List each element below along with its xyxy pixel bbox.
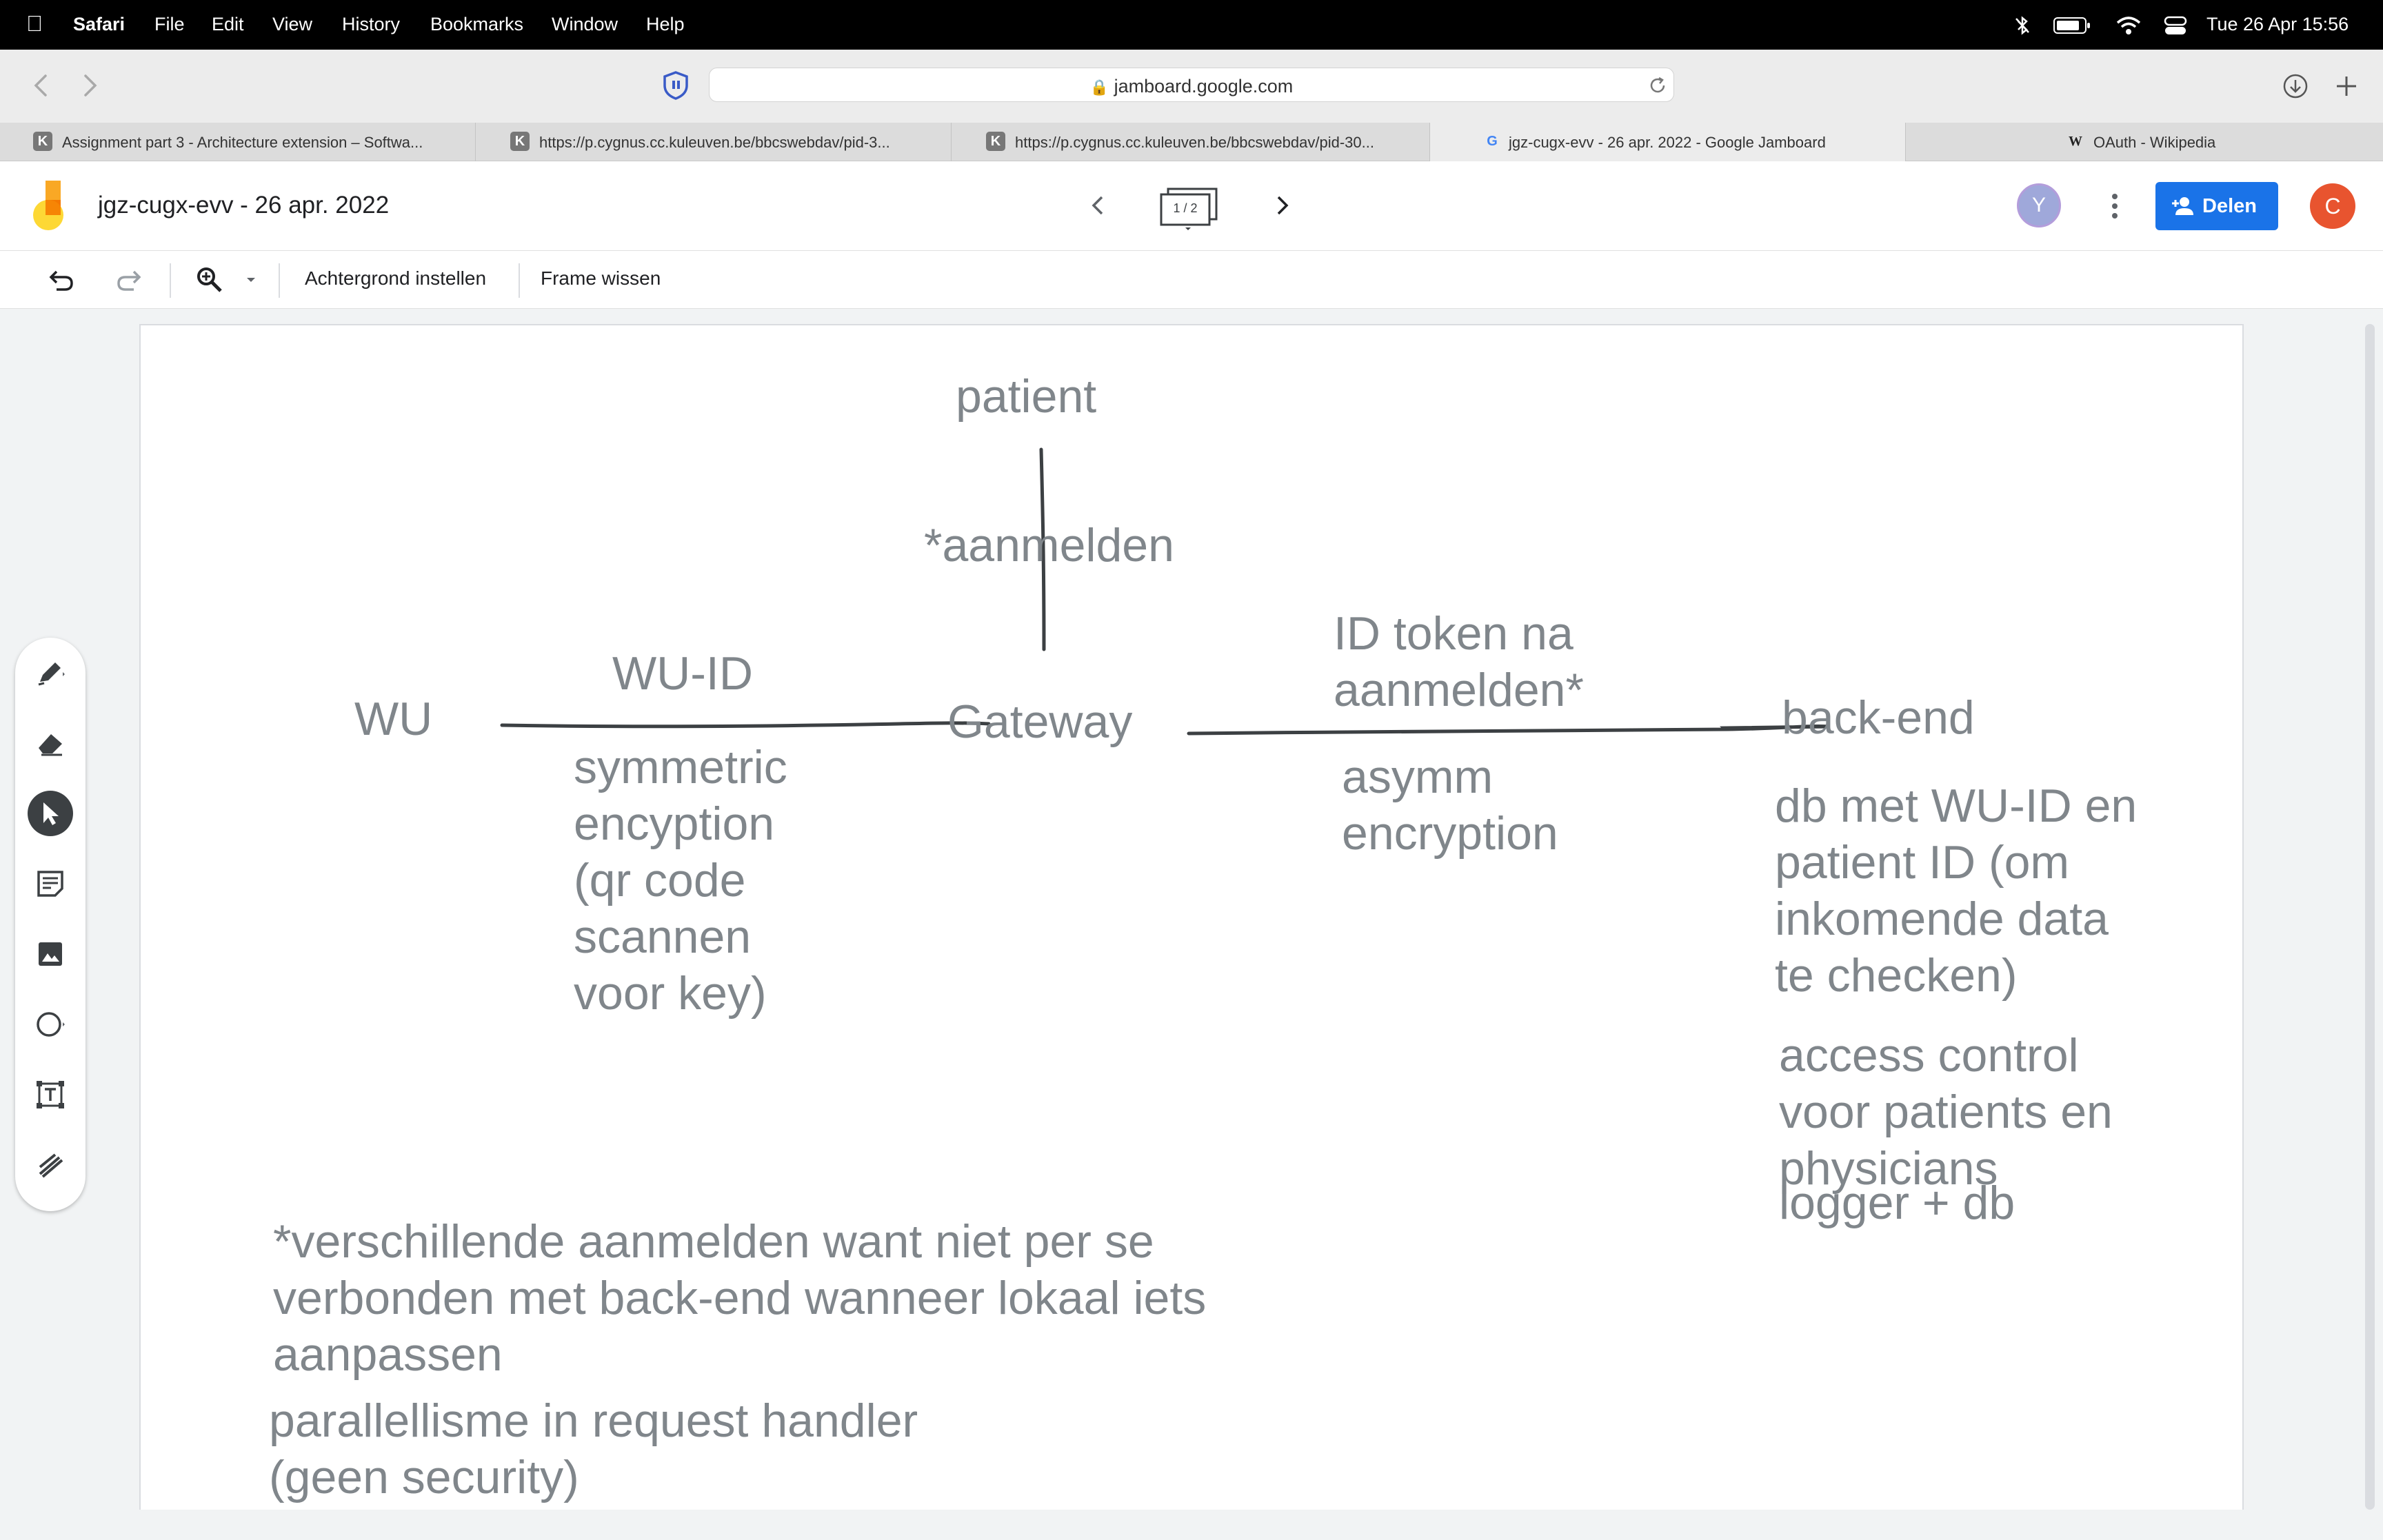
tab-bar: K Assignment part 3 - Architecture exten… bbox=[0, 123, 2383, 161]
text-box-tool[interactable] bbox=[28, 1072, 73, 1117]
menu-app-safari[interactable]: Safari bbox=[73, 14, 125, 35]
select-tool[interactable] bbox=[28, 791, 73, 836]
forward-icon[interactable] bbox=[80, 72, 101, 99]
menu-edit[interactable]: Edit bbox=[212, 14, 244, 35]
apple-icon[interactable]:  bbox=[26, 11, 43, 37]
tab-label: https://p.cygnus.cc.kuleuven.be/bbcswebd… bbox=[539, 134, 890, 151]
tab-label: jgz-cugx-evv - 26 apr. 2022 - Google Jam… bbox=[1509, 134, 1826, 151]
shape-tool[interactable] bbox=[28, 1002, 73, 1047]
note-symmetric[interactable]: symmetric encyption (qr code scannen voo… bbox=[574, 739, 787, 1022]
tab-label: https://p.cygnus.cc.kuleuven.be/bbcswebd… bbox=[1015, 134, 1374, 151]
tab-jamboard[interactable]: G jgz-cugx-evv - 26 apr. 2022 - Google J… bbox=[1430, 123, 1906, 161]
jamboard-toolbar: Achtergrond instellen Frame wissen bbox=[0, 251, 2383, 309]
avatar[interactable]: Y bbox=[2017, 183, 2061, 227]
kuleuven-favicon-icon: K bbox=[986, 132, 1005, 151]
toolbar-divider bbox=[519, 263, 520, 298]
add-person-icon bbox=[2172, 197, 2193, 215]
kuleuven-favicon-icon: K bbox=[33, 132, 52, 151]
clear-frame-button[interactable]: Frame wissen bbox=[541, 267, 661, 290]
kuleuven-favicon-icon: K bbox=[510, 132, 530, 151]
url-text: jamboard.google.com bbox=[1114, 76, 1294, 97]
jamboard-logo-icon bbox=[33, 181, 63, 230]
note-footnote[interactable]: *verschillende aanmelden want niet per s… bbox=[273, 1213, 1206, 1383]
menu-window[interactable]: Window bbox=[552, 14, 618, 35]
sticky-note-icon bbox=[37, 871, 63, 897]
note-aanmelden[interactable]: *aanmelden bbox=[924, 517, 1174, 574]
board-title[interactable]: jgz-cugx-evv - 26 apr. 2022 bbox=[98, 192, 389, 219]
wikipedia-favicon-icon: W bbox=[2069, 134, 2082, 149]
eraser-tool[interactable] bbox=[28, 720, 73, 766]
note-db[interactable]: db met WU-ID en patient ID (om inkomende… bbox=[1775, 778, 2137, 1004]
tab-assignment[interactable]: K Assignment part 3 - Architecture exten… bbox=[0, 123, 476, 161]
next-frame-icon[interactable] bbox=[1273, 193, 1292, 218]
menu-bookmarks[interactable]: Bookmarks bbox=[430, 14, 523, 35]
downloads-icon[interactable] bbox=[2282, 73, 2309, 99]
wu-gateway-line bbox=[500, 721, 991, 729]
clock[interactable]: Tue 26 Apr 15:56 bbox=[2206, 14, 2349, 35]
lock-icon: 🔒 bbox=[1089, 79, 1109, 96]
note-wu[interactable]: WU bbox=[354, 691, 432, 747]
google-favicon-icon: G bbox=[1487, 134, 1498, 149]
new-tab-icon[interactable] bbox=[2333, 73, 2360, 99]
previous-frame-icon[interactable] bbox=[1088, 193, 1107, 218]
tab-label: Assignment part 3 - Architecture extensi… bbox=[62, 134, 423, 151]
note-wu-id[interactable]: WU-ID bbox=[612, 645, 753, 702]
back-icon[interactable] bbox=[30, 72, 51, 99]
set-background-button[interactable]: Achtergrond instellen bbox=[305, 267, 486, 290]
tab-cygnus-1[interactable]: K https://p.cygnus.cc.kuleuven.be/bbcswe… bbox=[476, 123, 952, 161]
toolbar-divider bbox=[170, 263, 171, 298]
zoom-dropdown-icon[interactable] bbox=[245, 276, 257, 284]
note-id-token[interactable]: ID token na aanmelden* bbox=[1334, 605, 1584, 718]
toolbar-divider bbox=[279, 263, 280, 298]
battery-icon[interactable] bbox=[2053, 17, 2091, 34]
redo-icon[interactable] bbox=[114, 266, 142, 294]
jamboard-canvas[interactable]: patient *aanmelden WU-ID WU Gateway ID t… bbox=[139, 324, 2244, 1510]
tab-oauth-wikipedia[interactable]: W OAuth - Wikipedia bbox=[1906, 123, 2383, 161]
menu-help[interactable]: Help bbox=[646, 14, 685, 35]
menu-bar:  Safari File Edit View History Bookmark… bbox=[0, 0, 2383, 50]
tab-cygnus-2[interactable]: K https://p.cygnus.cc.kuleuven.be/bbcswe… bbox=[952, 123, 1430, 161]
share-label: Delen bbox=[2202, 195, 2257, 217]
note-gateway[interactable]: Gateway bbox=[947, 693, 1132, 750]
laser-icon bbox=[39, 1153, 63, 1178]
control-center-icon[interactable] bbox=[2164, 15, 2187, 36]
reload-icon[interactable] bbox=[1647, 75, 1668, 96]
menu-view[interactable]: View bbox=[272, 14, 312, 35]
frame-indicator[interactable]: 1 / 2 bbox=[1158, 188, 1220, 230]
tool-palette bbox=[15, 638, 86, 1211]
note-access-control[interactable]: access control voor patients en physicia… bbox=[1779, 1027, 2113, 1197]
gateway-backend-line bbox=[1187, 725, 1829, 736]
laser-tool[interactable] bbox=[28, 1142, 73, 1188]
circle-icon bbox=[37, 1012, 65, 1037]
menu-file[interactable]: File bbox=[154, 14, 185, 35]
wifi-icon[interactable] bbox=[2115, 15, 2142, 36]
browser-toolbar: 🔒 jamboard.google.com bbox=[0, 50, 2383, 123]
note-parallellisme[interactable]: parallellisme in request handler (geen s… bbox=[269, 1392, 918, 1506]
menu-history[interactable]: History bbox=[342, 14, 400, 35]
text-box-icon bbox=[37, 1081, 64, 1108]
eraser-icon bbox=[39, 734, 62, 756]
note-patient[interactable]: patient bbox=[956, 368, 1096, 425]
image-icon bbox=[39, 942, 62, 966]
account-avatar[interactable]: C bbox=[2310, 183, 2355, 229]
note-backend[interactable]: back-end bbox=[1782, 689, 1975, 746]
vertical-scrollbar[interactable] bbox=[2365, 324, 2375, 1510]
share-button[interactable]: Delen bbox=[2155, 182, 2278, 230]
zoom-icon[interactable] bbox=[194, 265, 225, 295]
image-tool[interactable] bbox=[28, 931, 73, 977]
privacy-shield-icon[interactable] bbox=[662, 70, 690, 101]
pen-tool[interactable] bbox=[28, 650, 73, 696]
frame-counter: 1 / 2 bbox=[1173, 201, 1198, 215]
note-logger[interactable]: logger + db bbox=[1779, 1175, 2015, 1231]
note-asymm[interactable]: asymm encryption bbox=[1342, 749, 1558, 862]
more-options-icon[interactable] bbox=[2104, 190, 2125, 222]
jamboard-header: jgz-cugx-evv - 26 apr. 2022 1 / 2 Y Dele… bbox=[0, 161, 2383, 251]
bluetooth-off-icon[interactable] bbox=[2012, 15, 2033, 36]
sticky-note-tool[interactable] bbox=[28, 861, 73, 906]
tab-label: OAuth - Wikipedia bbox=[2093, 134, 2216, 151]
undo-icon[interactable] bbox=[48, 266, 76, 294]
cursor-icon bbox=[43, 802, 59, 825]
address-bar[interactable]: 🔒 jamboard.google.com bbox=[709, 68, 1674, 102]
pen-icon bbox=[38, 662, 65, 686]
